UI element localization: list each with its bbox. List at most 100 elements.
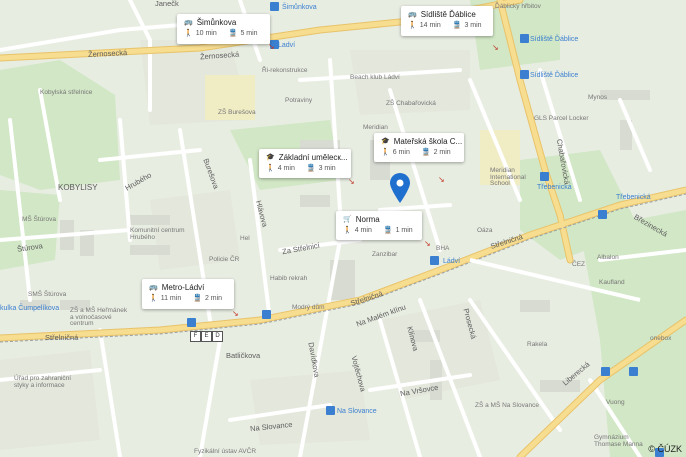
street-label: Žernosecká xyxy=(87,47,128,60)
stop-label: Ládví xyxy=(443,258,461,265)
card-transit-time: 5 min xyxy=(240,30,258,37)
bus-stop-icon[interactable] xyxy=(326,406,335,415)
card-title: Norma xyxy=(355,215,380,224)
poi-label: ZŠ a MŠ Heřmánek a volnočasové centrum xyxy=(70,307,128,327)
transit-icon: 🚆 xyxy=(383,227,393,234)
stop-card-metro-ladvi[interactable]: 🚌 Metro-Ládví 🚶 11 min 🚆 2 min xyxy=(142,279,234,309)
card-title: Metro-Ládví xyxy=(161,283,205,292)
bus-stop-icon[interactable] xyxy=(629,367,638,376)
poi-label: Policie ČR xyxy=(209,256,240,263)
bus-stop-icon[interactable] xyxy=(270,2,279,11)
walk-icon: 🚶 xyxy=(381,149,390,156)
bus-stop-icon[interactable] xyxy=(540,172,549,181)
walk-icon: 🚶 xyxy=(266,165,275,172)
card-walk-time: 6 min xyxy=(392,149,410,156)
poi-label: Ři-rekonstrukce xyxy=(262,67,308,74)
poi-label: Potraviny xyxy=(285,97,313,104)
bus-icon: 🚌 xyxy=(149,284,158,291)
transit-icon: 🚆 xyxy=(306,165,316,172)
poi-label: ČEZ xyxy=(572,261,585,268)
card-walk-time: 14 min xyxy=(419,22,441,29)
poi-label: ZŠ a MŠ Na Slovance xyxy=(475,402,539,409)
stop-label: Sídliště Ďáblice xyxy=(530,36,579,43)
card-walk-time: 10 min xyxy=(195,30,217,37)
bus-stop-icon[interactable] xyxy=(601,367,610,376)
poi-label: BHA xyxy=(436,245,450,252)
card-transit-time: 1 min xyxy=(395,227,413,234)
poi-label: Meridian International School xyxy=(490,167,526,187)
poi-label: Beach klub Ládví xyxy=(350,74,400,81)
stop-label: Šimůnkova xyxy=(282,4,317,11)
poi-label: Kobylská střelnice xyxy=(40,89,93,96)
stop-label: Ladví xyxy=(278,42,296,49)
stop-label: Třebenická xyxy=(537,184,572,191)
bus-stop-icon[interactable] xyxy=(262,310,271,319)
tram-stop-icon[interactable]: D xyxy=(212,331,223,342)
bus-stop-icon[interactable] xyxy=(598,210,607,219)
poi-label: ZŠ Chabařovická xyxy=(386,100,436,107)
card-transit-time: 2 min xyxy=(433,149,451,156)
poi-label: Albalon xyxy=(597,254,619,261)
street-label: Janečk xyxy=(155,0,179,8)
poi-label: Hel xyxy=(240,235,250,242)
stop-arrow-icon: ↘ xyxy=(348,177,355,186)
tram-stop-icon[interactable]: E xyxy=(201,331,212,342)
card-walk-time: 4 min xyxy=(354,227,372,234)
location-pin-icon[interactable] xyxy=(389,172,411,204)
card-transit-time: 2 min xyxy=(204,295,223,302)
poi-label: ZŠ Burešova xyxy=(218,109,256,116)
card-title: Sídliště Ďáblice xyxy=(420,10,476,19)
poi-label: Vuong xyxy=(606,399,625,406)
street-label: Batličkova xyxy=(226,351,261,360)
walk-icon: 🚶 xyxy=(408,22,417,29)
street-label: Střelničná xyxy=(45,333,79,342)
map-attribution: © ČÚZK xyxy=(648,444,682,454)
transit-icon: 🚆 xyxy=(228,30,238,37)
stop-label: Třebenická xyxy=(616,194,651,201)
bus-icon: 🚌 xyxy=(408,11,417,18)
transit-icon: 🚆 xyxy=(421,149,431,156)
poi-label: Ďáblický hřbitov xyxy=(495,3,541,10)
stop-arrow-icon: ↘ xyxy=(268,42,275,51)
poi-label: Komunitní centrum Hrubého xyxy=(130,227,185,241)
walk-icon: 🚶 xyxy=(184,30,193,37)
poi-card-zakladni-umelecka[interactable]: 🎓 Základní umělecк... 🚶 4 min 🚆 3 min xyxy=(259,149,351,178)
walk-icon: 🚶 xyxy=(343,227,352,234)
school-icon: 🎓 xyxy=(381,138,390,145)
walk-icon: 🚶 xyxy=(149,295,158,302)
card-transit-time: 3 min xyxy=(464,22,482,29)
stop-arrow-icon: ↘ xyxy=(492,43,499,52)
tram-stop-icon[interactable]: F xyxy=(190,331,201,342)
district-label: KOBYLISY xyxy=(58,183,98,192)
card-transit-time: 3 min xyxy=(318,165,336,172)
poi-label: MŠ Štúrova xyxy=(22,216,56,223)
card-title: Základní umělecк... xyxy=(278,153,348,162)
bus-stop-icon[interactable] xyxy=(520,34,529,43)
stop-card-sidliste-dablice[interactable]: 🚌 Sídliště Ďáblice 🚶 14 min 🚆 3 min xyxy=(401,6,493,36)
stop-label: Na Slovance xyxy=(337,408,377,415)
stop-label: kulka Čumpelíkova xyxy=(0,305,60,312)
bus-stop-icon[interactable] xyxy=(520,70,529,79)
poi-label: Meridian xyxy=(363,124,388,131)
poi-label: SMŠ Štúrova xyxy=(28,291,67,298)
poi-label: onebox xyxy=(650,335,672,342)
bus-stop-icon[interactable] xyxy=(430,256,439,265)
stop-label: Sídliště Ďáblice xyxy=(530,72,579,79)
poi-card-materska-skola[interactable]: 🎓 Mateřská škola C... 🚶 6 min 🚆 2 min xyxy=(374,133,464,162)
poi-label: GLS Parcel Locker xyxy=(534,115,589,122)
poi-label: Habib rekrah xyxy=(270,275,308,282)
poi-card-norma[interactable]: 🛒 Norma 🚶 4 min 🚆 1 min xyxy=(336,211,422,240)
stop-arrow-icon: ↘ xyxy=(424,239,431,248)
transit-icon: 🚆 xyxy=(452,22,462,29)
poi-label: Mynos xyxy=(588,94,608,101)
poi-label: Fyzikální ústav AVČR xyxy=(194,448,257,455)
transit-icon: 🚆 xyxy=(193,295,202,302)
bus-icon: 🚌 xyxy=(184,19,193,26)
poi-label: Úřad pro zahraniční styky a informace xyxy=(14,375,72,389)
bus-stop-icon[interactable] xyxy=(187,318,196,327)
poi-label: Zanzibar xyxy=(372,251,398,258)
stop-arrow-icon: ↘ xyxy=(232,309,239,318)
card-walk-time: 4 min xyxy=(277,165,295,172)
stop-card-simunkova[interactable]: 🚌 Šimůnkova 🚶 10 min 🚆 5 min xyxy=(177,14,270,44)
poi-label: Kaufland xyxy=(599,279,625,286)
